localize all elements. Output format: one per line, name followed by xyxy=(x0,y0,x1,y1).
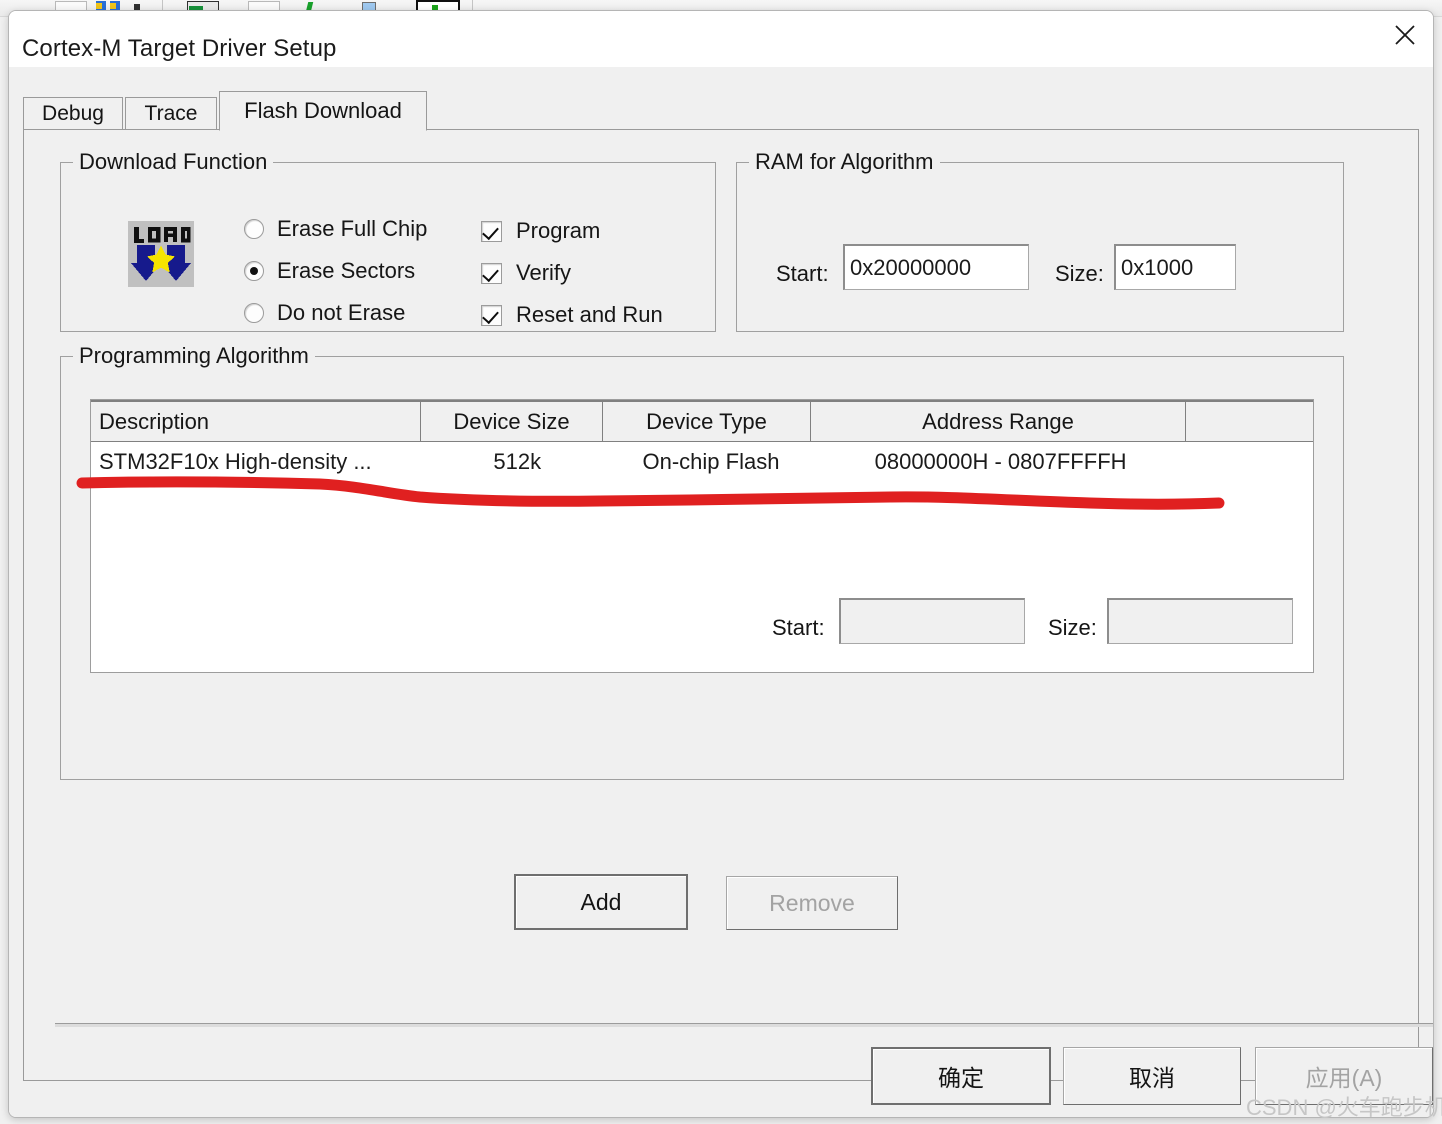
add-button[interactable]: Add xyxy=(514,874,688,930)
table-header-row: Description Device Size Device Type Addr… xyxy=(91,400,1313,442)
ram-start-label: Start: xyxy=(776,261,829,286)
radio-do-not-erase-label: Do not Erase xyxy=(277,300,406,325)
ok-button[interactable]: 确定 xyxy=(871,1047,1051,1105)
tab-flash-download[interactable]: Flash Download xyxy=(219,91,427,131)
group-programming-algorithm-legend: Programming Algorithm xyxy=(73,343,315,369)
group-download-function-legend: Download Function xyxy=(73,149,274,175)
radio-erase-full-chip-indicator xyxy=(244,219,264,239)
algorithm-start-input[interactable] xyxy=(839,598,1025,644)
ram-start-input[interactable]: 0x20000000 xyxy=(843,244,1029,290)
checkbox-reset-and-run[interactable]: Reset and Run xyxy=(481,302,663,328)
radio-erase-sectors[interactable]: Erase Sectors xyxy=(244,258,415,284)
remove-button[interactable]: Remove xyxy=(726,876,898,930)
ram-size-input[interactable]: 0x1000 xyxy=(1114,244,1236,290)
dialog-body: Debug Trace Flash Download Download Func… xyxy=(9,67,1433,1117)
radio-do-not-erase-indicator xyxy=(244,303,264,323)
radio-erase-full-chip[interactable]: Erase Full Chip xyxy=(244,216,427,242)
algorithm-start-label: Start: xyxy=(772,615,825,640)
group-ram-for-algorithm-legend: RAM for Algorithm xyxy=(749,149,940,175)
footer-separator xyxy=(55,1023,1433,1027)
checkbox-reset-and-run-indicator xyxy=(481,304,502,326)
tab-debug[interactable]: Debug xyxy=(23,97,123,129)
radio-do-not-erase[interactable]: Do not Erase xyxy=(244,300,405,326)
group-programming-algorithm: Programming Algorithm Description Device… xyxy=(60,343,1344,780)
dialog-window: Cortex-M Target Driver Setup Debug Trace… xyxy=(8,10,1434,1118)
algorithm-size-input[interactable] xyxy=(1107,598,1293,644)
cell-address-range: 08000000H - 0807FFFFH xyxy=(874,449,1127,474)
close-button[interactable] xyxy=(1377,11,1433,59)
dialog-titlebar: Cortex-M Target Driver Setup xyxy=(9,11,1433,67)
checkbox-verify[interactable]: Verify xyxy=(481,260,571,286)
column-header-device-type[interactable]: Device Type xyxy=(603,400,811,441)
radio-erase-full-chip-label: Erase Full Chip xyxy=(277,216,428,241)
radio-erase-sectors-indicator xyxy=(244,261,264,281)
table-row[interactable]: STM32F10x High-density ... 512k On-chip … xyxy=(91,442,1313,482)
column-header-address-range[interactable]: Address Range xyxy=(811,400,1186,441)
close-icon xyxy=(1395,25,1415,45)
column-header-description[interactable]: Description xyxy=(91,400,421,441)
group-download-function: Download Function Erase Full Chip Erase … xyxy=(60,149,716,332)
cell-device-size: 512k xyxy=(493,449,542,474)
cell-device-type: On-chip Flash xyxy=(642,449,780,474)
tab-flash-download-label: Flash Download xyxy=(244,98,402,123)
dialog-title: Cortex-M Target Driver Setup xyxy=(22,35,337,62)
algorithm-size-label: Size: xyxy=(1048,615,1097,640)
cancel-button[interactable]: 取消 xyxy=(1063,1047,1241,1105)
checkbox-reset-and-run-label: Reset and Run xyxy=(516,302,663,327)
checkbox-program-label: Program xyxy=(516,218,601,243)
column-header-extra[interactable] xyxy=(1186,400,1313,441)
checkbox-verify-indicator xyxy=(481,262,502,284)
tab-debug-label: Debug xyxy=(42,101,104,125)
group-ram-for-algorithm: RAM for Algorithm Start: 0x20000000 Size… xyxy=(736,149,1344,332)
checkbox-verify-label: Verify xyxy=(516,260,572,285)
watermark-text: CSDN @火车跑步机 xyxy=(1246,1095,1442,1120)
checkbox-program-indicator xyxy=(481,220,502,242)
checkbox-program[interactable]: Program xyxy=(481,218,600,244)
load-icon xyxy=(128,221,194,287)
ram-size-label: Size: xyxy=(1055,261,1104,286)
tab-trace-label: Trace xyxy=(144,101,198,125)
cell-description: STM32F10x High-density ... xyxy=(99,449,372,474)
tab-trace[interactable]: Trace xyxy=(125,97,217,129)
column-header-device-size[interactable]: Device Size xyxy=(421,400,603,441)
tab-panel-flash-download: Download Function Erase Full Chip Erase … xyxy=(23,129,1419,1081)
table-body: STM32F10x High-density ... 512k On-chip … xyxy=(91,442,1313,482)
radio-erase-sectors-label: Erase Sectors xyxy=(277,258,416,283)
